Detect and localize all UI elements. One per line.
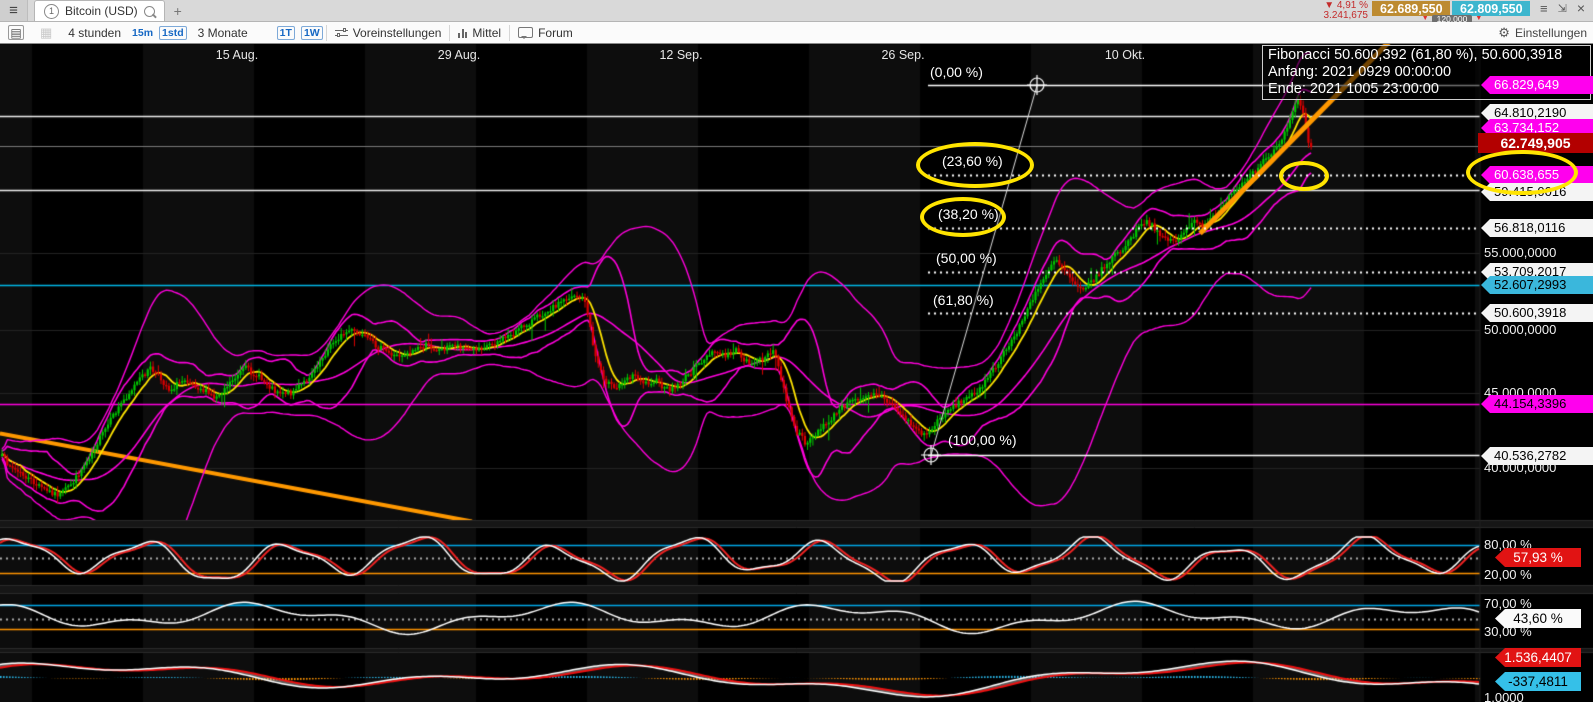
forum-button[interactable]: Forum: [510, 22, 581, 43]
hamburger-icon: ≡: [9, 2, 18, 19]
rg-1t-label: 1T: [277, 26, 295, 40]
add-tab-button[interactable]: +: [165, 0, 191, 21]
sliders-icon: [335, 28, 348, 38]
tf-15m-label: 15m: [132, 27, 153, 39]
rg-1w-label: 1W: [301, 26, 323, 40]
chart-layout-button[interactable]: ▤: [0, 22, 32, 43]
gear-icon: ⚙: [1498, 25, 1510, 41]
range-dropdown[interactable]: 3 Monate: [190, 22, 256, 43]
fibonacci-tooltip: Fibonacci 50.600,392 (61,80 %), 50.600,3…: [1262, 45, 1591, 100]
change-block: ▼ 4,91 % 3.241,675: [1324, 0, 1373, 21]
presets-label: Voreinstellungen: [353, 26, 442, 40]
bid-down-icon: ▼: [1422, 15, 1429, 22]
timeframe-1std-button[interactable]: 1std: [156, 22, 190, 43]
list-icon: ▤: [8, 25, 24, 40]
instrument-tab[interactable]: 1 Bitcoin (USD): [34, 0, 165, 21]
highlight-ellipse[interactable]: [1466, 150, 1578, 195]
fib-tooltip-title: Fibonacci 50.600,392 (61,80 %), 50.600,3…: [1268, 47, 1585, 64]
range-1w-button[interactable]: 1W: [298, 22, 326, 43]
indicators-button[interactable]: Mittel: [450, 22, 509, 43]
highlight-ellipse[interactable]: [1279, 161, 1329, 191]
indicators-label: Mittel: [472, 26, 501, 40]
change-absolute: 3.241,675: [1324, 11, 1369, 21]
settings-label: Einstellungen: [1515, 26, 1587, 40]
window-menu-icon[interactable]: ≡: [1540, 1, 1548, 16]
timeframe-15m-button[interactable]: 15m: [129, 22, 156, 43]
tab-number-icon: 1: [44, 4, 59, 19]
settings-button[interactable]: ⚙ Einstellungen: [1498, 22, 1587, 44]
highlight-ellipse[interactable]: [920, 197, 1006, 237]
collapse-window-icon[interactable]: ⇲: [1558, 2, 1567, 15]
chart-canvas[interactable]: [0, 0, 1593, 702]
fib-tooltip-start: Anfang: 2021 0929 00:00:00: [1268, 64, 1585, 81]
tab-bar: ≡ 1 Bitcoin (USD) + ▼ 4,91 % 3.241,675 6…: [0, 0, 1593, 22]
range-label: 3 Monate: [198, 26, 248, 40]
chart-toolbar: ▤ ▦ 4 stunden 15m 1std 3 Monate 1T 1W Vo…: [0, 22, 1593, 44]
tab-title: Bitcoin (USD): [65, 4, 138, 18]
close-window-icon[interactable]: ×: [1577, 0, 1585, 16]
timeframe-label: 4 stunden: [68, 26, 121, 40]
ask-down-icon: ▼: [1475, 15, 1482, 22]
indicator-bars-icon: [458, 27, 467, 38]
grid-icon: ▦: [40, 25, 52, 41]
main-menu-button[interactable]: ≡: [0, 0, 28, 21]
speech-bubble-icon: [518, 27, 533, 38]
range-1t-button[interactable]: 1T: [274, 22, 298, 43]
search-icon[interactable]: [144, 6, 155, 17]
timeframe-dropdown[interactable]: 4 stunden: [60, 22, 129, 43]
forum-label: Forum: [538, 26, 573, 40]
tf-1std-label: 1std: [159, 26, 187, 40]
presets-button[interactable]: Voreinstellungen: [327, 22, 450, 43]
quote-panel: 62.689,550 62.809,550 ▼ 120,000 ▼: [1372, 0, 1532, 22]
grid-layout-button[interactable]: ▦: [32, 22, 60, 43]
highlight-ellipse[interactable]: [916, 142, 1034, 188]
trading-app-window: ≡ 1 Bitcoin (USD) + ▼ 4,91 % 3.241,675 6…: [0, 0, 1593, 702]
fib-tooltip-end: Ende: 2021 1005 23:00:00: [1268, 81, 1585, 98]
